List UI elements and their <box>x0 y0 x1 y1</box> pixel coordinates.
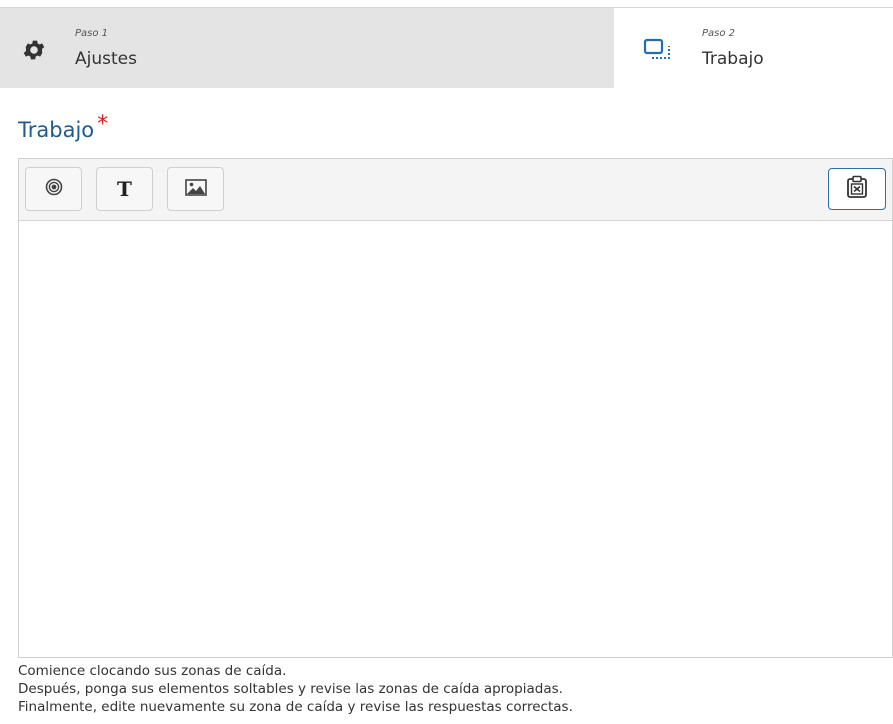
gear-icon <box>19 35 49 65</box>
step-kicker: Paso 2 <box>702 28 736 39</box>
instruction-line: Finalmente, edite nuevamente su zona de … <box>18 699 573 715</box>
instructions: Comience clocando sus zonas de caída. De… <box>18 662 573 716</box>
image-button[interactable] <box>167 167 224 211</box>
text-icon: T <box>117 177 132 201</box>
tab-step-work[interactable]: Paso 2 Trabajo <box>614 7 893 88</box>
section-title: Trabajo * <box>18 112 108 143</box>
instruction-line: Después, ponga sus elementos soltables y… <box>18 681 563 697</box>
instruction-line: Comience clocando sus zonas de caída. <box>18 663 287 679</box>
required-asterisk: * <box>97 112 109 137</box>
target-icon <box>45 178 63 200</box>
image-icon <box>184 178 207 200</box>
text-button[interactable]: T <box>96 167 153 211</box>
section-title-text: Trabajo <box>18 118 95 142</box>
step-tabs: Paso 1 Ajustes Paso 2 Trabajo <box>0 7 893 88</box>
drop-zone-canvas[interactable] <box>19 221 892 657</box>
step-name: Trabajo <box>702 49 764 69</box>
step-kicker: Paso 1 <box>75 28 109 39</box>
clear-button[interactable] <box>828 168 886 210</box>
step-name: Ajustes <box>75 49 137 69</box>
clipboard-x-icon <box>846 175 868 203</box>
editor-toolbar: T <box>19 159 892 221</box>
hotspot-button[interactable] <box>25 167 82 211</box>
drag-drop-editor: T <box>18 158 893 658</box>
drag-drop-icon <box>643 35 673 65</box>
tab-step-settings[interactable]: Paso 1 Ajustes <box>0 7 614 88</box>
